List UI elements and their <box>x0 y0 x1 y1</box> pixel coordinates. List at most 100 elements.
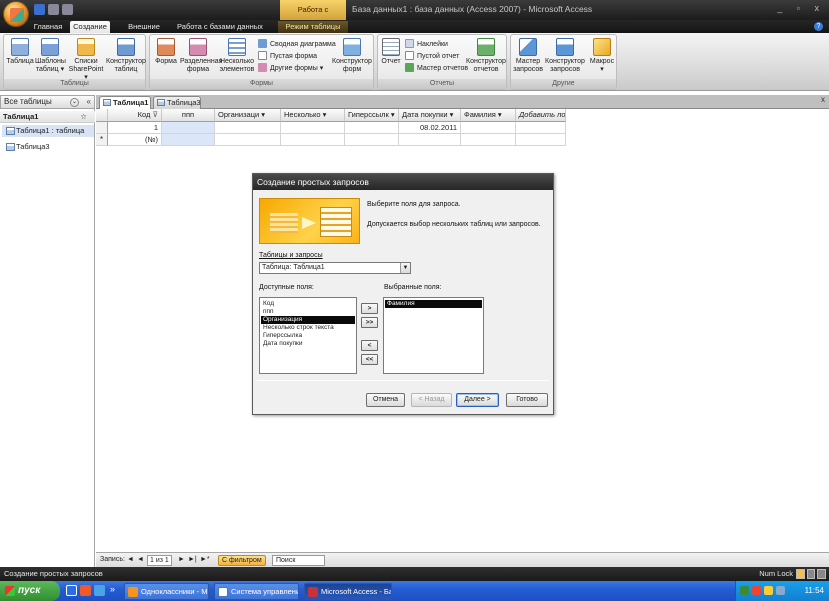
help-icon[interactable]: ? <box>814 22 823 31</box>
column-header-multiline[interactable]: Несколько ▾ <box>281 109 345 122</box>
last-record-button[interactable]: ►| <box>188 553 197 567</box>
cell-organization[interactable] <box>215 122 281 134</box>
cell-hyperlink[interactable] <box>345 122 399 134</box>
tab-home[interactable]: Главная <box>28 21 68 33</box>
filter-toggle-button[interactable]: С фильтром <box>218 555 266 566</box>
cell-multiline-new[interactable] <box>281 134 345 146</box>
available-fields-list[interactable]: Код ппп Организация Несколько строк текс… <box>259 297 357 374</box>
nav-collapse-icon[interactable]: « <box>87 96 91 108</box>
datasheet-view-icon[interactable] <box>796 569 805 579</box>
pivot-chart-button[interactable]: Сводная диаграмма <box>258 39 336 49</box>
column-header-hyperlink[interactable]: Гиперссылк ▾ <box>345 109 399 122</box>
task-microsoft-access[interactable]: Microsoft Access - Ба... <box>304 583 392 600</box>
first-record-button[interactable]: ◄ <box>127 553 134 567</box>
tray-icon-3[interactable] <box>764 586 773 595</box>
table-button[interactable]: Таблица <box>6 38 34 66</box>
prev-record-button[interactable]: ◄ <box>137 553 144 567</box>
form-button[interactable]: Форма <box>152 38 180 66</box>
list-item[interactable]: Код <box>261 300 355 308</box>
start-button[interactable]: пуск <box>0 581 60 601</box>
split-form-button[interactable]: Разделенная форма <box>180 38 222 74</box>
table-design-button[interactable]: Конструктор таблиц <box>106 38 146 74</box>
chevron-down-icon[interactable]: ▼ <box>400 263 410 273</box>
cell-purchase-date[interactable]: 08.02.2011 <box>399 122 461 134</box>
row-selector[interactable] <box>96 122 108 134</box>
tab-database-tools[interactable]: Работа с базами данных <box>175 21 265 33</box>
multiple-items-button[interactable]: Несколько элементов <box>217 38 257 74</box>
cancel-button[interactable]: Отмена <box>366 393 405 407</box>
query-design-button[interactable]: Конструктор запросов <box>544 38 586 74</box>
form-design-button[interactable]: Конструктор форм <box>331 38 373 74</box>
cell-ppp[interactable] <box>162 122 215 134</box>
nav-item-table1[interactable]: Таблица1 : таблица <box>2 125 94 137</box>
undo-icon[interactable] <box>48 4 59 15</box>
select-all-corner[interactable] <box>96 109 108 122</box>
tab-create[interactable]: Создание <box>70 21 110 33</box>
more-forms-button[interactable]: Другие формы ▾ <box>258 63 323 73</box>
more-quicklaunch-icon[interactable]: » <box>110 584 115 594</box>
design-view-icon[interactable] <box>817 569 827 579</box>
report-button[interactable]: Отчет <box>380 38 402 66</box>
labels-button[interactable]: Наклейки <box>405 39 448 49</box>
nav-dropdown-icon[interactable]: ⌄ <box>70 98 79 107</box>
record-position-input[interactable]: 1 из 1 <box>147 555 172 566</box>
redo-icon[interactable] <box>62 4 73 15</box>
tray-icon-2[interactable] <box>752 586 761 595</box>
cell-purchase-date-new[interactable] <box>399 134 461 146</box>
column-header-surname[interactable]: Фамилия ▾ <box>461 109 516 122</box>
selected-fields-list[interactable]: Фамилия <box>383 297 484 374</box>
cell-ppp-new[interactable] <box>162 134 215 146</box>
remove-all-fields-button[interactable]: << <box>361 354 378 365</box>
nav-group-header[interactable]: Таблица1 ☆ <box>0 111 95 123</box>
cell-hyperlink-new[interactable] <box>345 134 399 146</box>
tray-icon-1[interactable] <box>740 586 749 595</box>
macro-button[interactable]: Макрос ▾ <box>588 38 616 74</box>
cell-kod[interactable]: 1 <box>108 122 162 134</box>
column-header-ppp[interactable]: ппп <box>162 109 215 122</box>
pivot-view-icon[interactable] <box>806 569 816 579</box>
column-header-kod[interactable]: Код ⊽ <box>108 109 162 122</box>
task-control-system[interactable]: Система управлени... <box>214 583 299 600</box>
search-input[interactable]: Поиск <box>272 555 325 566</box>
add-all-fields-button[interactable]: >> <box>361 317 378 328</box>
nav-group-collapse-icon[interactable]: ☆ <box>80 111 87 123</box>
next-button[interactable]: Далее > <box>456 393 499 407</box>
table-templates-button[interactable]: Шаблоны таблиц ▾ <box>35 38 66 74</box>
list-item[interactable]: ппп <box>261 308 355 316</box>
task-odnoklassniki[interactable]: Одноклассники - Мо... <box>124 583 209 600</box>
finish-button[interactable]: Готово <box>506 393 548 407</box>
list-item-selected[interactable]: Фамилия <box>385 300 482 308</box>
nav-item-table3[interactable]: Таблица3 <box>2 141 94 153</box>
tables-queries-select[interactable]: Таблица: Таблица1 ▼ <box>259 262 411 274</box>
cell-add-field[interactable] <box>516 122 566 134</box>
blank-form-button[interactable]: Пустая форма <box>258 51 317 61</box>
doc-tab-table3[interactable]: Таблица3 <box>153 96 201 109</box>
column-header-purchase-date[interactable]: Дата покупки ▾ <box>399 109 461 122</box>
cell-surname-new[interactable] <box>461 134 516 146</box>
report-design-button[interactable]: Конструктор отчетов <box>466 38 506 74</box>
cell-kod-new[interactable]: (№) <box>108 134 162 146</box>
doc-tab-table1[interactable]: Таблица1 <box>99 96 151 109</box>
report-wizard-button[interactable]: Мастер отчетов <box>405 63 468 73</box>
list-item[interactable]: Гиперссылка <box>261 332 355 340</box>
remove-field-button[interactable]: < <box>361 340 378 351</box>
ie-icon[interactable] <box>94 585 105 596</box>
browser-icon[interactable] <box>80 585 91 596</box>
list-item-selected[interactable]: Организация <box>261 316 355 324</box>
tab-datasheet[interactable]: Режим таблицы <box>278 21 348 33</box>
add-field-button[interactable]: > <box>361 303 378 314</box>
next-record-button[interactable]: ► <box>178 553 185 567</box>
cell-multiline[interactable] <box>281 122 345 134</box>
cell-organization-new[interactable] <box>215 134 281 146</box>
tab-external-data[interactable]: Внешние данные <box>115 21 173 43</box>
cell-add-field-new[interactable] <box>516 134 566 146</box>
close-document-icon[interactable]: x <box>821 95 825 104</box>
query-wizard-button[interactable]: Мастер запросов <box>513 38 543 74</box>
new-row-marker[interactable]: * <box>96 134 108 146</box>
cell-surname[interactable] <box>461 122 516 134</box>
column-header-organization[interactable]: Организаци ▾ <box>215 109 281 122</box>
save-icon[interactable] <box>34 4 45 15</box>
tray-icon-4[interactable] <box>776 586 785 595</box>
list-item[interactable]: Дата покупки <box>261 340 355 348</box>
back-button[interactable]: < Назад <box>411 393 452 407</box>
